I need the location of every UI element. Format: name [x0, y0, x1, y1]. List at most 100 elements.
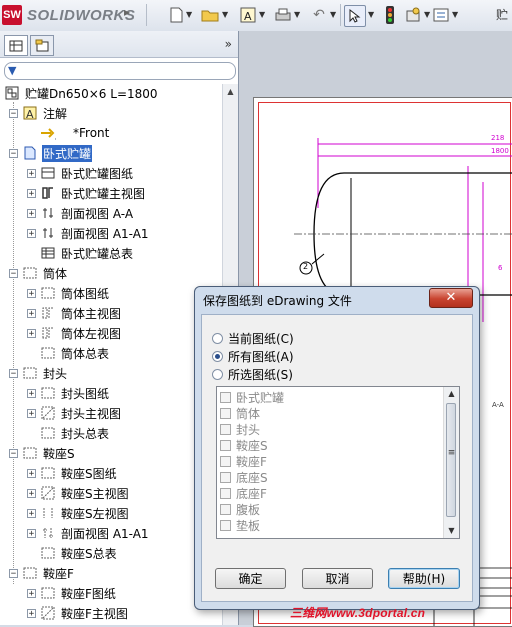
sheet-list-item[interactable]: 腹板 [220, 501, 260, 517]
property-manager-tab[interactable] [30, 35, 54, 56]
customize-icon[interactable] [432, 5, 450, 25]
tree-view-item[interactable]: + 封头图纸 [27, 384, 110, 402]
scroll-down-icon[interactable]: ▼ [444, 524, 459, 538]
tree-sheet-4[interactable]: − 鞍座F [9, 564, 75, 582]
tree-item-front[interactable]: *Front [40, 124, 110, 142]
undo-dropdown-icon[interactable]: ▼ [330, 10, 336, 19]
tree-view-item[interactable]: + 剖面视图 A1-A1 [27, 524, 150, 542]
tree-view-item[interactable]: 卧式贮罐总表 [40, 244, 134, 262]
tree-sheet-0[interactable]: − 卧式贮罐 [4, 144, 93, 162]
expand-toggle[interactable]: + [27, 588, 36, 598]
sheet-list-item[interactable]: 封头 [220, 421, 260, 437]
tree-view-item[interactable]: 筒体总表 [40, 344, 110, 362]
expand-toggle[interactable]: + [27, 288, 36, 298]
collapse-toggle[interactable]: − [9, 268, 18, 278]
checkbox[interactable] [220, 471, 231, 483]
customize-dropdown-icon[interactable]: ▼ [452, 10, 458, 19]
tree-item-annotations[interactable]: − A 注解 [9, 104, 68, 122]
checkbox[interactable] [220, 423, 231, 435]
collapse-toggle[interactable]: − [9, 108, 18, 118]
checkbox[interactable] [220, 487, 231, 499]
checkbox[interactable] [220, 455, 231, 467]
checkbox[interactable] [220, 439, 231, 451]
sheet-list-item[interactable]: 鞍座F [220, 453, 267, 469]
new-dropdown-icon[interactable]: ▼ [186, 10, 192, 19]
expand-toggle[interactable]: + [27, 528, 36, 538]
expand-toggle[interactable]: + [27, 488, 36, 498]
tree-filter-input[interactable]: ▼ [4, 62, 236, 80]
collapse-panel-icon[interactable]: » [225, 37, 232, 51]
expand-toggle[interactable]: + [27, 508, 36, 518]
radio-button[interactable] [212, 333, 223, 344]
tree-view-item[interactable]: + 剖面视图 A1-A1 [27, 224, 150, 242]
checkbox[interactable] [220, 407, 231, 419]
ok-button[interactable]: 确定 [215, 568, 286, 589]
sheet-list[interactable]: 卧式贮罐 筒体 封头 鞍座S 鞍座F 底座S 底座F 腹板 垫板 ▲ ≡ ▼ [216, 386, 460, 539]
checkbox[interactable] [220, 519, 231, 531]
sheet-list-item[interactable]: 鞍座S [220, 437, 268, 453]
expand-toggle[interactable]: + [27, 228, 36, 238]
expand-toggle[interactable]: + [27, 608, 36, 618]
tree-view-item[interactable]: + 卧式贮罐主视图 [27, 184, 146, 202]
expand-toggle[interactable]: + [27, 408, 36, 418]
undo-icon[interactable]: ↶ [310, 5, 328, 25]
print-dropdown-icon[interactable]: ▼ [294, 10, 300, 19]
sheet-list-item[interactable]: 底座F [220, 485, 267, 501]
menu-arrow-icon[interactable]: ▸ [124, 5, 130, 19]
checkbox[interactable] [220, 391, 231, 403]
traffic-light-icon[interactable] [384, 5, 396, 25]
tree-view-item[interactable]: + 鞍座F图纸 [27, 584, 117, 602]
sheet-list-item[interactable]: 垫板 [220, 517, 260, 533]
rebuild-dropdown-icon[interactable]: ▼ [259, 10, 265, 19]
sheet-list-item[interactable]: 筒体 [220, 405, 260, 421]
open-folder-icon[interactable] [200, 5, 220, 25]
tree-view-item[interactable]: + 卧式贮罐图纸 [27, 164, 134, 182]
print-icon[interactable] [274, 5, 292, 25]
tree-sheet-1[interactable]: − 筒体 [9, 264, 68, 282]
expand-toggle[interactable]: + [27, 468, 36, 478]
expand-toggle[interactable]: + [27, 208, 36, 218]
sheet-list-item[interactable]: 底座S [220, 469, 268, 485]
collapse-toggle[interactable]: − [9, 148, 18, 158]
tree-view-item[interactable]: 封头总表 [40, 424, 110, 442]
rebuild-icon[interactable]: A [239, 5, 257, 25]
cancel-button[interactable]: 取消 [302, 568, 373, 589]
tree-view-item[interactable]: + 剖面视图 A-A [27, 204, 134, 222]
collapse-toggle[interactable]: − [9, 368, 18, 378]
expand-toggle[interactable]: + [27, 328, 36, 338]
tree-view-item[interactable]: 鞍座S总表 [40, 544, 118, 562]
tree-view-item[interactable]: + 鞍座F主视图 [27, 604, 129, 622]
tree-root[interactable]: 贮罐Dn650×6 L=1800 [4, 84, 159, 102]
new-document-icon[interactable] [168, 5, 184, 25]
options-icon[interactable] [404, 5, 422, 25]
expand-toggle[interactable]: + [27, 168, 36, 178]
tree-view-item[interactable]: + 鞍座S左视图 [27, 504, 130, 522]
radio-button-selected[interactable] [212, 351, 223, 362]
help-button[interactable]: 帮助(H) [388, 568, 460, 589]
solidworks-logo[interactable]: SW SOLIDWORKS [2, 2, 142, 28]
select-dropdown-icon[interactable]: ▼ [368, 10, 374, 19]
radio-current-sheet[interactable]: 当前图纸(C) [212, 330, 294, 347]
options-dropdown-icon[interactable]: ▼ [424, 10, 430, 19]
scroll-up-icon[interactable]: ▲ [444, 387, 459, 401]
tree-view-item[interactable]: + 鞍座S主视图 [27, 484, 130, 502]
sheet-list-item[interactable]: 卧式贮罐 [220, 389, 284, 405]
tree-view-item[interactable]: + 筒体主视图 [27, 304, 122, 322]
radio-button[interactable] [212, 369, 223, 380]
expand-toggle[interactable]: + [27, 308, 36, 318]
expand-toggle[interactable]: + [27, 388, 36, 398]
feature-manager-tab[interactable] [4, 35, 28, 56]
tree-view-item[interactable]: + 筒体图纸 [27, 284, 110, 302]
tree-view-item[interactable]: + 封头主视图 [27, 404, 122, 422]
radio-selected-sheets[interactable]: 所选图纸(S) [212, 366, 293, 383]
radio-all-sheets[interactable]: 所有图纸(A) [212, 348, 294, 365]
tree-sheet-3[interactable]: − 鞍座S [9, 444, 76, 462]
checkbox[interactable] [220, 503, 231, 515]
tree-view-item[interactable]: + 鞍座S图纸 [27, 464, 118, 482]
open-dropdown-icon[interactable]: ▼ [222, 10, 228, 19]
close-button[interactable]: ✕ [429, 288, 473, 308]
tree-view-item[interactable]: + 筒体左视图 [27, 324, 122, 342]
sheet-list-scrollbar[interactable]: ▲ ≡ ▼ [443, 387, 459, 538]
scroll-thumb[interactable] [446, 403, 456, 517]
tree-sheet-2[interactable]: − 封头 [9, 364, 68, 382]
